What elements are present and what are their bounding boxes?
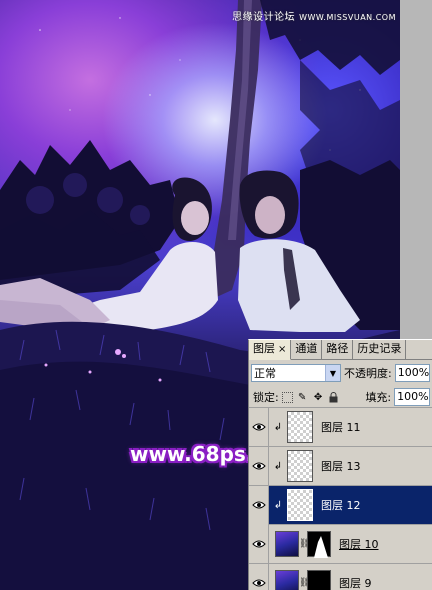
visibility-toggle[interactable] [249, 524, 269, 564]
visibility-toggle[interactable] [249, 446, 269, 486]
layer-name[interactable]: 图层 9 [339, 575, 372, 590]
lock-icon[interactable] [328, 391, 341, 404]
layer-name[interactable]: 图层 13 [321, 458, 361, 474]
tab-channels[interactable]: 通道 [291, 340, 323, 360]
layer-thumbnail [287, 489, 313, 521]
layer-thumbnail [287, 411, 313, 443]
fill-label: 填充: [365, 391, 392, 404]
forum-watermark: 思缘设计论坛 WWW.MISSVUAN.COM [232, 8, 396, 23]
lock-row: 锁定: ✎ ✥ 填充: 100% [249, 384, 432, 408]
layer-name[interactable]: 图层 10 [339, 536, 379, 552]
eye-icon [251, 501, 266, 509]
eye-icon [251, 423, 266, 431]
layer-thumbnail [275, 531, 299, 557]
layer-row-selected[interactable]: ↲ 图层 12 [249, 485, 432, 525]
visibility-toggle[interactable] [249, 485, 269, 525]
lock-label: 锁定: [253, 391, 279, 404]
layer-thumbnail [275, 570, 299, 590]
tab-history[interactable]: 历史记录 [353, 340, 407, 360]
clipping-arrow-icon: ↲ [273, 421, 283, 433]
chain-link-icon[interactable]: ⛓ [299, 578, 310, 588]
chain-link-icon[interactable]: ⛓ [299, 539, 310, 549]
blend-mode-value: 正常 [254, 367, 276, 380]
move-icon[interactable]: ✥ [312, 391, 325, 404]
forum-watermark-text: 思缘设计论坛 [232, 12, 296, 23]
layer-row[interactable]: ⛓ 图层 9 [249, 563, 432, 590]
eye-icon [251, 462, 266, 470]
layer-name[interactable]: 图层 12 [321, 497, 361, 513]
layer-row[interactable]: ↲ 图层 11 [249, 407, 432, 447]
eye-icon [251, 579, 266, 587]
close-icon[interactable]: × [278, 344, 286, 355]
lock-transparency-icon[interactable] [281, 391, 293, 403]
layer-row[interactable]: ↲ 图层 13 [249, 446, 432, 486]
chevron-down-icon[interactable]: ▼ [325, 365, 340, 381]
blend-mode-select[interactable]: 正常 ▼ [251, 364, 341, 382]
opacity-label: 不透明度: [344, 367, 392, 380]
layer-name[interactable]: 图层 11 [321, 419, 361, 435]
layer-mask-thumbnail[interactable] [307, 531, 331, 558]
layer-thumbnail [287, 450, 313, 482]
tab-layers[interactable]: 图层 × [249, 340, 292, 360]
layer-list: ↲ 图层 11 ↲ 图层 13 ↲ 图层 12 ⛓ 图层 10 ⛓ 图层 9 [249, 407, 432, 590]
layer-row[interactable]: ⛓ 图层 10 [249, 524, 432, 564]
panel-tabs: 图层 × 通道 路径 历史记录 [249, 340, 432, 360]
visibility-toggle[interactable] [249, 563, 269, 590]
opacity-input[interactable]: 100% [394, 364, 430, 382]
visibility-toggle[interactable] [249, 407, 269, 447]
clipping-arrow-icon: ↲ [273, 499, 283, 511]
fill-input[interactable]: 100% [394, 388, 430, 406]
forum-watermark-site: WWW.MISSVUAN.COM [299, 13, 396, 22]
brush-icon[interactable]: ✎ [296, 391, 309, 404]
tab-layers-label: 图层 [253, 342, 275, 355]
layer-mask-thumbnail[interactable] [307, 570, 331, 590]
eye-icon [251, 540, 266, 548]
blend-row: 正常 ▼ 不透明度: 100% [249, 360, 432, 384]
layers-panel: 图层 × 通道 路径 历史记录 正常 ▼ 不透明度: 100% 锁定: ✎ ✥ 填… [248, 339, 432, 590]
tab-paths[interactable]: 路径 [322, 340, 354, 360]
clipping-arrow-icon: ↲ [273, 460, 283, 472]
